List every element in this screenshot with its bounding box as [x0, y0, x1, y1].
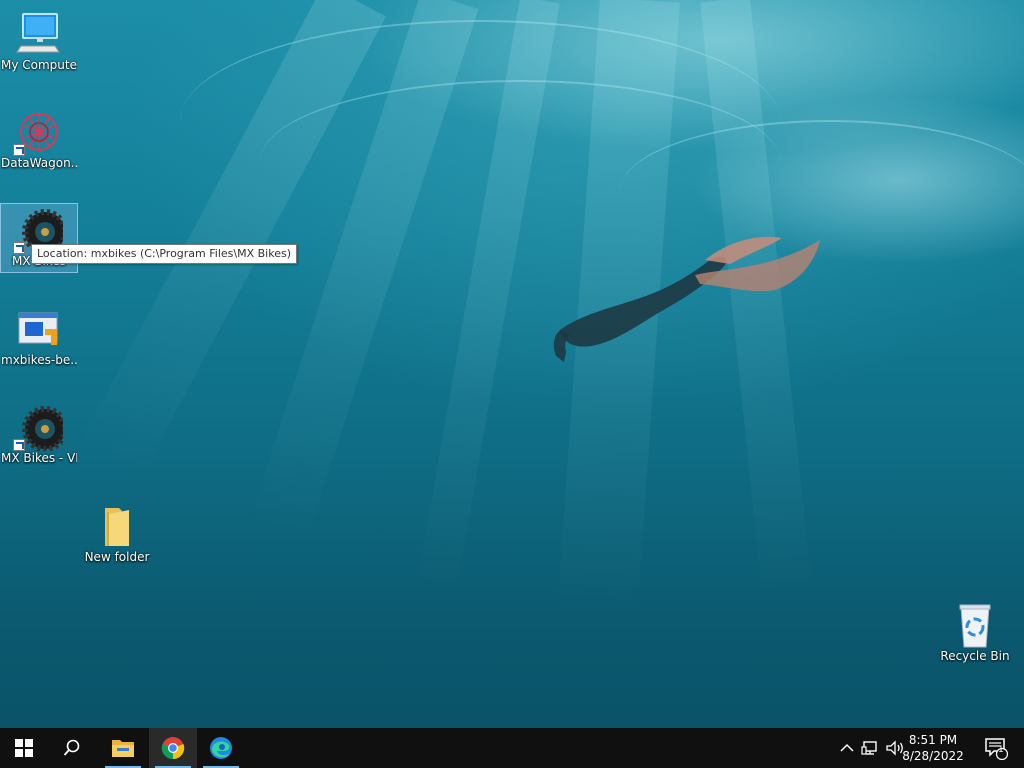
- desktop-wallpaper: My Computer DataWagon... MX Bikes: [0, 0, 1024, 728]
- desktop-icon-mx-bikes-vr[interactable]: MX Bikes - VR: [1, 401, 77, 469]
- icon-label: My Computer: [1, 58, 77, 72]
- taskbar-chrome[interactable]: [149, 728, 197, 768]
- tooltip: Location: mxbikes (C:\Program Files\MX B…: [31, 244, 297, 264]
- shortcut-arrow-icon: [13, 242, 25, 254]
- edge-icon: [210, 737, 232, 759]
- desktop-icon-datawagon[interactable]: DataWagon...: [1, 106, 77, 174]
- recycle-bin-icon: [951, 601, 999, 649]
- datawagon-icon: [13, 108, 63, 156]
- search-icon: [63, 739, 80, 756]
- icon-label: DataWagon...: [1, 156, 77, 170]
- installer-icon: [15, 305, 63, 353]
- icon-label: New folder: [84, 550, 150, 564]
- clock-time: 8:51 PM: [908, 733, 958, 747]
- clock[interactable]: 8:51 PM 8/28/2022: [900, 732, 966, 764]
- network-icon[interactable]: [861, 738, 881, 758]
- icon-label: mxbikes-be...: [1, 353, 77, 367]
- folder-icon: [112, 740, 134, 757]
- windows-logo-icon: [15, 739, 33, 757]
- taskbar: 8:51 PM 8/28/2022 1: [0, 728, 1024, 768]
- chevron-up-icon[interactable]: [837, 738, 857, 758]
- notification-count: 1: [998, 745, 1004, 755]
- folder-icon: [93, 502, 141, 550]
- shortcut-arrow-icon: [13, 439, 25, 451]
- tire-icon: [13, 403, 68, 452]
- start-button[interactable]: [0, 728, 48, 768]
- taskbar-file-explorer[interactable]: [99, 728, 147, 768]
- desktop-icon-recycle-bin[interactable]: Recycle Bin: [937, 599, 1013, 667]
- computer-icon: [15, 10, 63, 58]
- desktop-icon-mxbikes-be[interactable]: mxbikes-be...: [1, 303, 77, 371]
- diver-figure: [553, 236, 820, 362]
- desktop-icon-new-folder[interactable]: New folder: [79, 500, 155, 568]
- clock-date: 8/28/2022: [902, 749, 964, 763]
- chrome-icon: [161, 737, 185, 760]
- shortcut-arrow-icon: [13, 144, 25, 156]
- icon-label: MX Bikes - VR: [1, 451, 77, 465]
- notification-icon: [985, 738, 1008, 760]
- desktop-icon-my-computer[interactable]: My Computer: [1, 8, 77, 76]
- search-button[interactable]: [48, 728, 96, 768]
- action-center-button[interactable]: 1: [976, 728, 1016, 768]
- icon-label: Recycle Bin: [940, 649, 1010, 663]
- taskbar-edge[interactable]: [197, 728, 245, 768]
